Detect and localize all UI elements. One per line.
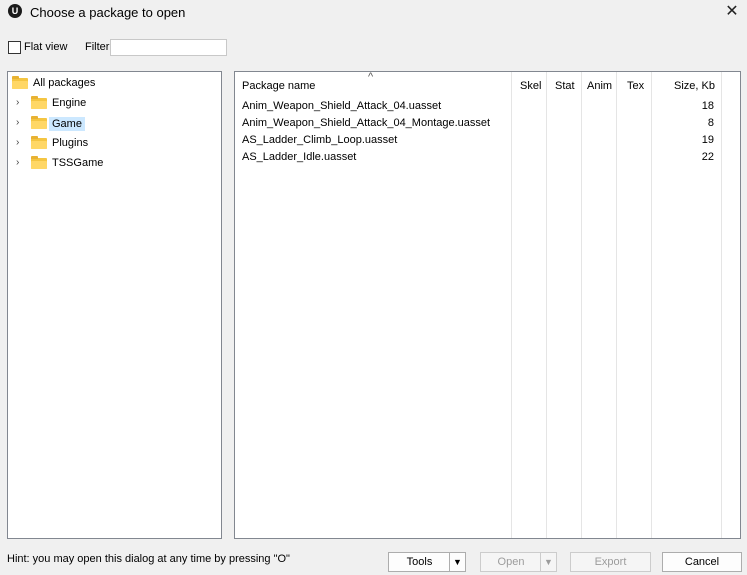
close-button[interactable]: ✕ [717,0,747,25]
tree-item-label: All packages [33,77,96,89]
cancel-button-label: Cancel [684,556,720,568]
column-header-size[interactable]: Size, Kb [652,72,722,98]
open-button-label: Open [497,556,525,568]
table-row[interactable]: AS_Ladder_Climb_Loop.uasset 19 [235,132,721,149]
filter-label: Filter: [85,41,113,53]
column-header-package-name[interactable]: Package name ^ [235,71,512,98]
expand-chevron-icon[interactable]: › [16,98,24,108]
table-row[interactable]: Anim_Weapon_Shield_Attack_04.uasset 18 [235,98,721,115]
column-header-anim[interactable]: Anim [582,72,617,98]
package-name-cell: AS_Ladder_Idle.uasset [242,151,357,163]
flat-view-label[interactable]: Flat view [24,41,67,53]
open-button[interactable]: Open ▼ [480,552,557,572]
export-button[interactable]: Export [570,552,651,572]
tree-item-label: Plugins [52,137,89,149]
package-tree[interactable]: All packages › Engine › Game › Plugins ›… [7,71,222,539]
flat-view-checkbox[interactable] [8,41,21,54]
folder-icon [12,76,28,89]
folder-icon [31,116,47,129]
package-name-cell: Anim_Weapon_Shield_Attack_04.uasset [242,100,442,112]
folder-icon [31,96,47,109]
filter-input[interactable] [110,39,227,56]
tree-item-label: Game [49,117,85,131]
expand-chevron-icon[interactable]: › [16,158,24,168]
export-button-label: Export [594,556,627,568]
folder-icon [31,136,47,149]
expand-chevron-icon[interactable]: › [16,138,24,148]
size-cell: 18 [701,100,714,112]
cancel-button[interactable]: Cancel [662,552,742,572]
column-header-tex[interactable]: Tex [617,72,652,98]
package-list[interactable]: Package name ^ Skel Stat Anim Tex Size, … [234,71,741,539]
size-cell: 8 [707,117,714,129]
tree-item-all-packages[interactable]: All packages [8,75,221,93]
tree-item-tssgame[interactable]: › TSSGame [8,155,221,173]
tools-button[interactable]: Tools ▼ [388,552,466,572]
dropdown-arrow-icon[interactable]: ▼ [540,553,556,571]
sort-ascending-icon: ^ [368,71,374,83]
table-row[interactable]: Anim_Weapon_Shield_Attack_04_Montage.uas… [235,115,721,132]
folder-icon [31,156,47,169]
expand-chevron-icon[interactable]: › [16,118,24,128]
column-divider [721,98,722,538]
dropdown-arrow-icon[interactable]: ▼ [449,553,465,571]
table-row[interactable]: AS_Ladder_Idle.uasset 22 [235,149,721,166]
tree-item-label: TSSGame [52,157,104,169]
column-header-skel[interactable]: Skel [512,72,547,98]
tree-item-label: Engine [52,97,87,109]
size-cell: 22 [701,151,714,163]
tools-button-label: Tools [406,556,433,568]
tree-item-plugins[interactable]: › Plugins [8,135,221,153]
package-name-cell: Anim_Weapon_Shield_Attack_04_Montage.uas… [242,117,491,129]
tree-item-game[interactable]: › Game [8,115,221,133]
title-bar: U Choose a package to open ✕ [0,0,747,25]
app-logo-icon: U [8,4,22,18]
column-header-stat[interactable]: Stat [547,72,582,98]
package-name-cell: AS_Ladder_Climb_Loop.uasset [242,134,398,146]
size-cell: 19 [701,134,714,146]
hint-text: Hint: you may open this dialog at any ti… [7,553,290,565]
window-title: Choose a package to open [30,5,186,20]
tree-item-engine[interactable]: › Engine [8,95,221,113]
